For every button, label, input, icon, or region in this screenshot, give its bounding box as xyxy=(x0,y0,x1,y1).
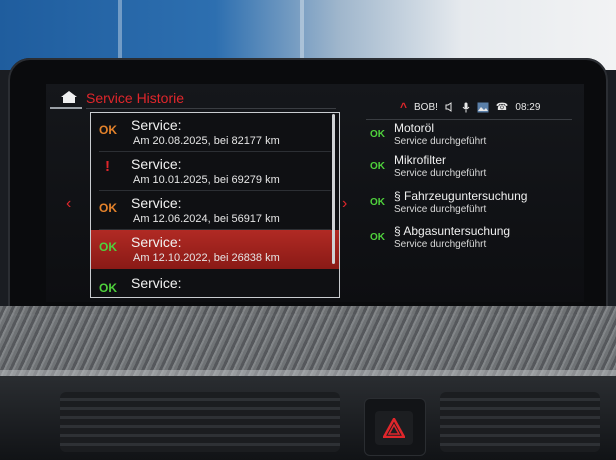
service-item-status: Service durchgeführt xyxy=(394,239,487,250)
status-badge: OK xyxy=(99,240,117,254)
status-badge: OK xyxy=(99,201,117,215)
microphone-icon xyxy=(462,102,470,112)
media-icon xyxy=(477,102,489,112)
list-item-selected[interactable]: OK Service: Am 12.10.2022, bei 26838 km xyxy=(91,230,339,269)
service-detail: Am 12.10.2022, bei 26838 km xyxy=(133,252,280,264)
chevron-right-icon[interactable]: › xyxy=(342,195,347,213)
service-label: Service: xyxy=(131,156,182,172)
service-detail-item: OK Motoröl Service durchgeführt xyxy=(368,121,574,157)
home-icon[interactable] xyxy=(60,90,78,104)
service-item-status: Service durchgeführt xyxy=(394,136,487,147)
service-item-name: § Abgasuntersuchung xyxy=(394,224,511,238)
home-underline xyxy=(50,107,82,109)
service-label: Service: xyxy=(131,117,182,133)
service-detail-item: OK § Abgasuntersuchung Service durchgefü… xyxy=(368,224,574,260)
service-detail-item: OK Mikrofilter Service durchgeführt xyxy=(368,153,574,189)
service-detail-item: OK § Fahrzeuguntersuchung Service durchg… xyxy=(368,189,574,225)
service-detail: Am 20.08.2025, bei 82177 km xyxy=(133,135,280,147)
hazard-button[interactable] xyxy=(375,411,413,445)
service-detail: Am 12.06.2024, bei 56917 km xyxy=(133,213,280,225)
service-label: Service: xyxy=(131,275,182,291)
status-badge: OK xyxy=(99,123,117,137)
status-badge: OK xyxy=(99,281,117,295)
service-detail: Am 10.01.2025, bei 69279 km xyxy=(133,174,280,186)
status-badge: OK xyxy=(370,197,385,208)
list-item[interactable]: OK Service: Am 20.08.2025, bei 82177 km xyxy=(91,113,339,152)
air-vent[interactable] xyxy=(440,392,600,452)
clock-time: 08:29 xyxy=(515,101,541,113)
service-history-list[interactable]: OK Service: Am 20.08.2025, bei 82177 km … xyxy=(90,112,340,298)
list-item[interactable]: OK Service: xyxy=(91,271,339,297)
user-name: BOB! xyxy=(414,101,438,113)
air-vent[interactable] xyxy=(60,392,340,452)
hazard-warning-icon xyxy=(383,418,405,438)
scrollbar[interactable] xyxy=(332,114,335,264)
page-title: Service Historie xyxy=(86,90,185,106)
service-label: Service: xyxy=(131,195,182,211)
service-item-status: Service durchgeführt xyxy=(394,204,487,215)
speaker-icon xyxy=(445,102,452,112)
phone-connection-icon: ☎ xyxy=(495,101,509,113)
status-badge: OK xyxy=(370,129,385,140)
service-label: Service: xyxy=(131,234,182,250)
list-item[interactable]: ! Service: Am 10.01.2025, bei 69279 km xyxy=(91,152,339,191)
service-item-name: Mikrofilter xyxy=(394,153,447,167)
status-badge: OK xyxy=(370,161,385,172)
warning-icon: ! xyxy=(105,158,110,175)
service-item-name: Motoröl xyxy=(394,121,435,135)
service-item-status: Service durchgeführt xyxy=(394,168,487,179)
status-divider xyxy=(366,119,572,120)
title-divider xyxy=(86,108,336,109)
chevron-up-icon[interactable]: ^ xyxy=(400,100,407,114)
service-item-name: § Fahrzeuguntersuchung xyxy=(394,189,528,203)
status-bar: ^ BOB! ☎ 08:29 xyxy=(400,99,540,115)
chevron-left-icon[interactable]: ‹ xyxy=(66,195,71,213)
list-item[interactable]: OK Service: Am 12.06.2024, bei 56917 km xyxy=(91,191,339,230)
hazard-panel xyxy=(364,398,426,456)
status-badge: OK xyxy=(370,232,385,243)
